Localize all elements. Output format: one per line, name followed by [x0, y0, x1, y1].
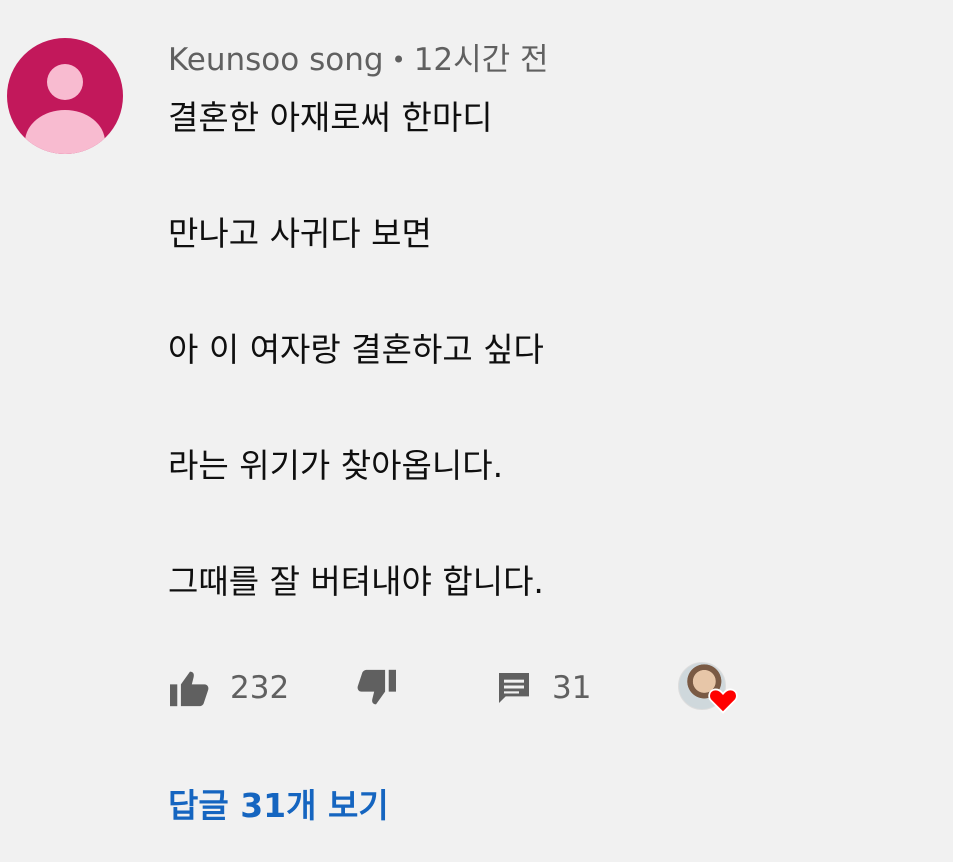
thumbs-down-icon	[354, 668, 398, 708]
reply-button[interactable]: 31	[494, 660, 591, 716]
comment-body: 결혼한 아재로써 한마디 만나고 사귀다 보면 아 이 여자랑 결혼하고 싶다 …	[168, 96, 928, 604]
meta-separator: •	[391, 46, 406, 74]
comment-line: 만나고 사귀다 보면	[168, 214, 432, 253]
author-avatar[interactable]	[7, 38, 123, 154]
view-replies-link[interactable]: 답글 31개 보기	[168, 784, 389, 828]
comment-header: Keunsoo song • 12시간 전	[168, 40, 549, 80]
comment-icon	[494, 668, 534, 708]
like-button[interactable]: 232	[168, 660, 289, 716]
avatar-head-shape	[47, 64, 83, 100]
thumbs-up-icon	[168, 668, 212, 708]
creator-heart-badge	[678, 662, 738, 718]
comment-line: 라는 위기가 찾아옵니다.	[168, 446, 504, 485]
comment-thread: Keunsoo song • 12시간 전 결혼한 아재로써 한마디 만나고 사귀다…	[0, 0, 953, 862]
dislike-button[interactable]	[354, 660, 398, 716]
comment-line: 결혼한 아재로써 한마디	[168, 98, 493, 137]
comment-time: 12시간 전	[413, 42, 549, 78]
heart-icon	[708, 686, 738, 714]
comment-line: 아 이 여자랑 결혼하고 싶다	[168, 330, 544, 369]
avatar-body-shape	[25, 110, 105, 154]
reply-count: 31	[552, 670, 592, 706]
author-name[interactable]: Keunsoo song	[168, 42, 384, 78]
comment-line: 그때를 잘 버텨내야 합니다.	[168, 562, 544, 601]
comment-actions: 232 31	[168, 660, 768, 716]
like-count: 232	[230, 670, 290, 706]
